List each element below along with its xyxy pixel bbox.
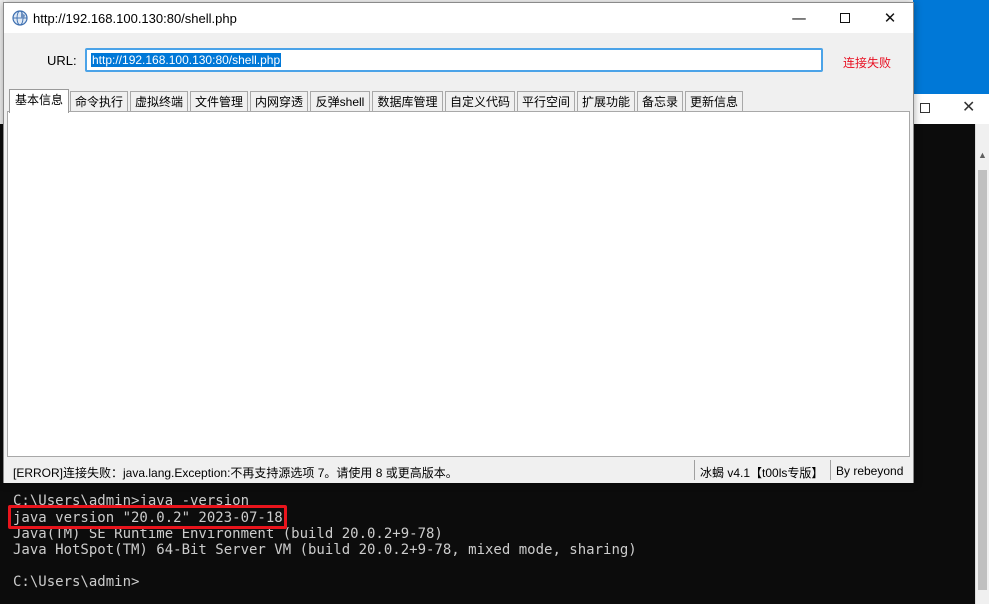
url-label: URL: <box>47 53 77 68</box>
tab-parallel-space[interactable]: 平行空间 <box>517 91 575 113</box>
tab-custom-code[interactable]: 自定义代码 <box>445 91 515 113</box>
maximize-button[interactable] <box>822 3 868 33</box>
status-separator <box>830 460 831 480</box>
url-row: URL: http://192.168.100.130:80/shell.php… <box>4 33 913 87</box>
tab-reverse-shell[interactable]: 反弹shell <box>310 91 370 113</box>
console-maximize-icon[interactable] <box>920 103 930 113</box>
author-label: By rebeyond <box>836 464 904 478</box>
tab-virtual-terminal[interactable]: 虚拟终端 <box>130 91 188 113</box>
app-globe-icon <box>12 10 28 26</box>
behinder-window: http://192.168.100.130:80/shell.php — ✕ … <box>3 2 914 483</box>
connection-status: 连接失败 <box>843 56 892 70</box>
tab-extensions[interactable]: 扩展功能 <box>577 91 635 113</box>
window-title: http://192.168.100.130:80/shell.php <box>33 11 237 26</box>
tab-memo[interactable]: 备忘录 <box>637 91 683 113</box>
tab-intranet-tunnel[interactable]: 内网穿透 <box>250 91 308 113</box>
tab-bar: 基本信息 命令执行 虚拟终端 文件管理 内网穿透 反弹shell 数据库管理 自… <box>9 89 911 113</box>
tab-file-manager[interactable]: 文件管理 <box>190 91 248 113</box>
console-titlebar: ✕ <box>913 94 989 124</box>
desktop-background <box>913 0 989 94</box>
maximize-icon <box>840 13 850 23</box>
version-label: 冰蝎 v4.1【t00ls专版】 <box>700 466 824 480</box>
tab-database-manager[interactable]: 数据库管理 <box>372 91 443 113</box>
minimize-button[interactable]: — <box>776 3 822 33</box>
scrollbar-thumb[interactable] <box>978 170 987 590</box>
console-line: Java HotSpot(TM) 64-Bit Server VM (build… <box>13 542 637 558</box>
tab-command-exec[interactable]: 命令执行 <box>70 91 128 113</box>
url-input-value[interactable]: http://192.168.100.130:80/shell.php <box>91 53 282 67</box>
tab-content-panel <box>7 111 910 457</box>
title-bar[interactable]: http://192.168.100.130:80/shell.php — ✕ <box>4 3 913 33</box>
console-close-icon[interactable]: ✕ <box>962 97 975 116</box>
tab-update-info[interactable]: 更新信息 <box>685 91 743 113</box>
url-input[interactable]: http://192.168.100.130:80/shell.php <box>85 48 823 72</box>
status-separator <box>694 460 695 480</box>
close-button[interactable]: ✕ <box>867 3 913 33</box>
console-scrollbar[interactable]: ▲ <box>975 124 989 604</box>
console-prompt[interactable]: C:\Users\admin> <box>13 574 139 590</box>
tab-basic-info[interactable]: 基本信息 <box>9 89 69 113</box>
scroll-up-icon[interactable]: ▲ <box>978 150 987 160</box>
highlight-annotation <box>8 505 287 529</box>
status-message: [ERROR]连接失败：java.lang.Exception:不再支持源选项 … <box>13 466 458 480</box>
status-bar: [ERROR]连接失败：java.lang.Exception:不再支持源选项 … <box>4 457 913 483</box>
